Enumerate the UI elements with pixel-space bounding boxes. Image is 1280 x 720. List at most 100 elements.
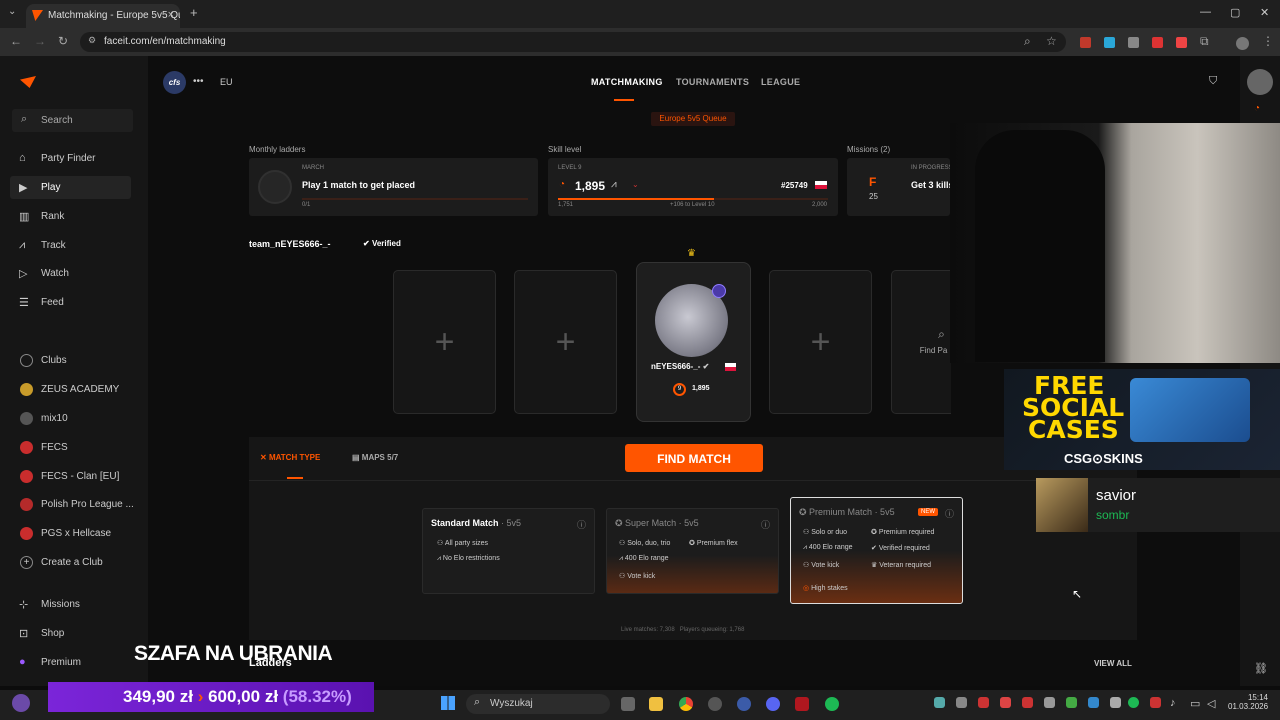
sidebar-item-label: Clubs (41, 355, 67, 366)
team-badge[interactable]: cfs (163, 71, 186, 94)
sidebar-item-club[interactable]: Polish Pro League ... (10, 493, 138, 516)
super-match-card[interactable]: ✪ Super Match · 5v5 ⓘ ⚇ Solo, duo, trio … (606, 508, 779, 594)
tray-icon[interactable] (1022, 697, 1033, 708)
extension-icon[interactable] (1080, 37, 1091, 48)
sidebar-item-club[interactable]: PGS x Hellcase (10, 522, 138, 545)
file-explorer-icon[interactable] (649, 697, 663, 711)
tab-tournaments[interactable]: TOURNAMENTS (676, 77, 749, 87)
user-avatar[interactable] (1247, 69, 1273, 95)
sidebar-item-party-finder[interactable]: ⌂ Party Finder (10, 147, 131, 170)
sidebar-item-missions[interactable]: ⊹ Missions (10, 593, 131, 616)
sidebar-item-play[interactable]: ▶ Play (10, 176, 131, 199)
task-view-icon[interactable] (621, 697, 635, 711)
team-name[interactable]: team_nEYES666-_- (249, 239, 331, 249)
extension-icon[interactable] (1104, 37, 1115, 48)
standard-match-card[interactable]: Standard Match · 5v5 ⓘ ⚇ All party sizes… (422, 508, 595, 594)
app-icon[interactable] (795, 697, 809, 711)
forward-icon[interactable]: → (34, 34, 46, 48)
level-icon[interactable]: ◔ (1254, 103, 1260, 114)
microphone-icon[interactable]: ♪ (1170, 697, 1176, 709)
sidebar-item-club[interactable]: FECS - Clan [EU] (10, 465, 138, 488)
invite-slot[interactable]: + (769, 270, 872, 414)
tab-league[interactable]: LEAGUE (761, 77, 800, 87)
tray-icon[interactable] (1150, 697, 1161, 708)
taskbar-search[interactable]: ⌕ Wyszukaj (466, 694, 610, 714)
chrome-icon[interactable] (679, 697, 693, 711)
sidebar-item-shop[interactable]: ⊡ Shop (10, 622, 131, 645)
tray-icon[interactable] (1044, 697, 1055, 708)
sidebar-item-club[interactable]: mix10 (10, 407, 138, 430)
network-icon[interactable]: ▭ (1190, 697, 1200, 710)
tray-icon[interactable] (1066, 697, 1077, 708)
sidebar-item-clubs[interactable]: Clubs (10, 349, 138, 372)
club-avatar (20, 498, 33, 511)
back-icon[interactable]: ← (10, 34, 22, 48)
invite-slot[interactable]: + (393, 270, 496, 414)
site-info-icon[interactable]: ⚙ (88, 35, 96, 46)
close-tab-icon[interactable]: × (168, 9, 174, 21)
feature-label: Vote kick (811, 562, 840, 569)
plus-icon: + (20, 556, 33, 569)
new-tab-icon[interactable]: + (190, 5, 198, 20)
chevron-down-icon[interactable]: ⌄ (632, 180, 639, 189)
more-icon[interactable]: ••• (193, 76, 204, 87)
sidebar-item-watch[interactable]: ▷ Watch (10, 262, 131, 285)
close-window-icon[interactable]: ✕ (1260, 6, 1269, 19)
tray-icon[interactable] (978, 697, 989, 708)
tray-icon[interactable] (934, 697, 945, 708)
search-input[interactable]: ⌕ Search (12, 109, 133, 132)
find-match-button[interactable]: FIND MATCH (625, 444, 763, 472)
verified-icon: ✔ (363, 239, 372, 248)
discord-icon[interactable] (766, 697, 780, 711)
address-bar[interactable]: ⚙ faceit.com/en/matchmaking (80, 32, 1066, 52)
minimize-icon[interactable]: — (1200, 6, 1211, 18)
profile-avatar[interactable] (1236, 37, 1249, 50)
tab-maps[interactable]: ▤ MAPS 5/7 (352, 453, 398, 462)
region-label[interactable]: EU (220, 77, 233, 87)
view-all-link[interactable]: VIEW ALL (1094, 659, 1132, 668)
maximize-icon[interactable]: ▢ (1230, 6, 1240, 19)
tray-icon[interactable] (956, 697, 967, 708)
party-icon: ⌂ (19, 152, 26, 164)
sidebar-item-feed[interactable]: ☰ Feed (10, 291, 131, 314)
cart-icon[interactable]: ⛉ (1209, 75, 1217, 88)
spotify-icon[interactable] (825, 697, 839, 711)
windows-start-icon[interactable] (441, 696, 455, 710)
premium-match-card[interactable]: ✪ Premium Match · 5v5 NEW ⓘ ⚇ Solo or du… (790, 497, 963, 604)
reload-icon[interactable]: ↻ (58, 34, 68, 48)
queue-badge[interactable]: Europe 5v5 Queue (651, 112, 735, 126)
chat-icon[interactable]: ⛓ (1254, 662, 1268, 675)
tab-list-icon[interactable]: ⌄ (8, 6, 16, 17)
tab-matchmaking[interactable]: MATCHMAKING (591, 77, 663, 87)
clock[interactable]: 15:14 01.03.2026 (1228, 693, 1268, 711)
sidebar-item-premium[interactable]: ● Premium (10, 651, 131, 674)
sidebar-item-create-club[interactable]: + Create a Club (10, 551, 138, 574)
browser-tab[interactable]: Matchmaking - Europe 5v5 Qu × (26, 4, 180, 28)
tray-icon[interactable] (1000, 697, 1011, 708)
weather-icon[interactable] (12, 694, 30, 712)
sidebar-item-rank[interactable]: ▥ Rank (10, 205, 131, 228)
extensions-puzzle-icon[interactable]: ⧉ (1200, 34, 1209, 49)
zoom-icon[interactable]: ⌕ (1024, 34, 1031, 49)
sidebar-item-club[interactable]: FECS (10, 436, 138, 459)
tab-match-type[interactable]: ✕ MATCH TYPE (260, 453, 320, 462)
divider (249, 480, 1137, 481)
extension-icon[interactable] (1128, 37, 1139, 48)
info-icon[interactable]: ⓘ (577, 518, 586, 531)
extension-icon[interactable] (1176, 37, 1187, 48)
steam-icon[interactable] (708, 697, 722, 711)
extension-icon[interactable] (1152, 37, 1163, 48)
bookmark-star-icon[interactable]: ☆ (1046, 34, 1057, 48)
info-icon[interactable]: ⓘ (945, 507, 954, 520)
tray-icon[interactable] (1110, 697, 1121, 708)
info-icon[interactable]: ⓘ (761, 518, 770, 531)
invite-slot[interactable]: + (514, 270, 617, 414)
sidebar-item-track[interactable]: ⩘ Track (10, 234, 131, 257)
volume-icon[interactable]: ◁ (1207, 697, 1215, 710)
tray-icon[interactable] (1088, 697, 1099, 708)
app-icon[interactable] (737, 697, 751, 711)
tray-icon[interactable] (1128, 697, 1139, 708)
browser-menu-icon[interactable]: ⋮ (1262, 34, 1274, 48)
sidebar-item-club[interactable]: ZEUS ACADEMY (10, 378, 138, 401)
find-party-slot[interactable]: ⌕ Find Pa (891, 270, 951, 414)
